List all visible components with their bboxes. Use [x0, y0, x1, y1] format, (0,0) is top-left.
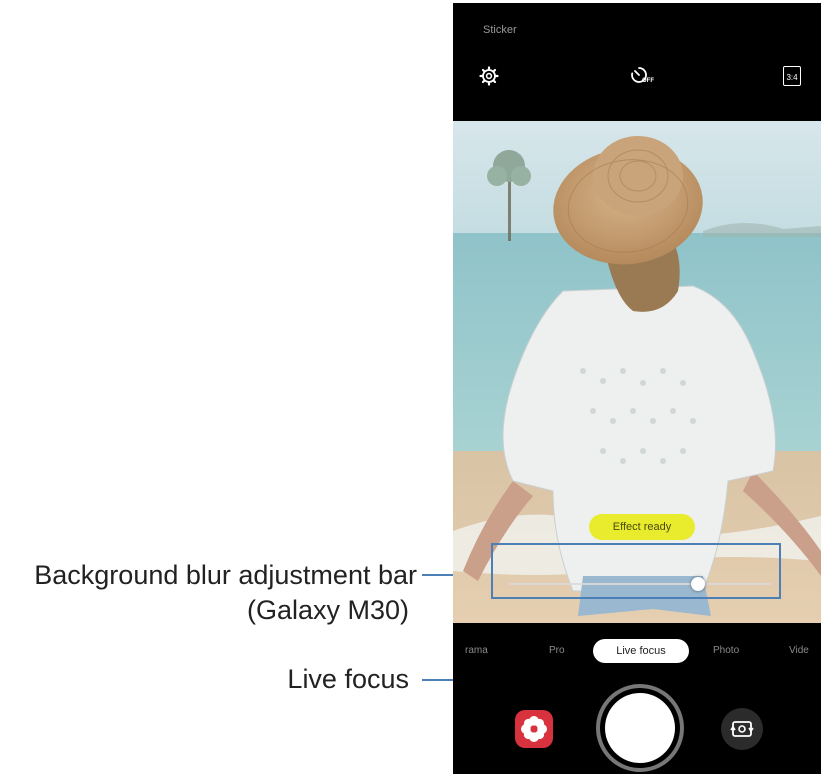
camera-top-bar: Sticker OFF 3:4 — [453, 3, 821, 121]
shutter-button[interactable] — [605, 693, 675, 763]
blur-bar-callout-line1: Background blur adjustment bar — [34, 560, 417, 590]
switch-camera-button[interactable] — [721, 708, 763, 750]
camera-screen: Sticker OFF 3:4 Effect ready rama Pro Li… — [453, 3, 821, 774]
mode-live-focus[interactable]: Live focus — [593, 639, 689, 663]
flower-sticker-icon — [521, 716, 547, 742]
gear-icon[interactable] — [479, 66, 499, 91]
mode-title: Sticker — [483, 24, 517, 36]
live-focus-callout: Live focus — [287, 664, 409, 694]
mode-video[interactable]: Vide — [789, 645, 809, 656]
aspect-ratio-label: 3:4 — [786, 73, 798, 82]
switch-camera-icon — [730, 721, 754, 737]
mode-panorama[interactable]: rama — [465, 645, 488, 656]
mode-photo[interactable]: Photo — [713, 645, 739, 656]
mode-pro[interactable]: Pro — [549, 645, 565, 656]
aspect-ratio-icon[interactable]: 3:4 — [783, 66, 801, 86]
timer-off-icon[interactable]: OFF — [629, 65, 655, 89]
timer-off-label: OFF — [642, 78, 654, 84]
blur-bar-highlight-box — [491, 543, 781, 599]
effect-ready-badge: Effect ready — [589, 514, 695, 540]
shooting-modes-bar: rama Pro Live focus Photo Vide — [453, 627, 821, 675]
blur-bar-callout-line2: (Galaxy M30) — [246, 595, 409, 625]
sticker-button[interactable] — [515, 710, 553, 748]
